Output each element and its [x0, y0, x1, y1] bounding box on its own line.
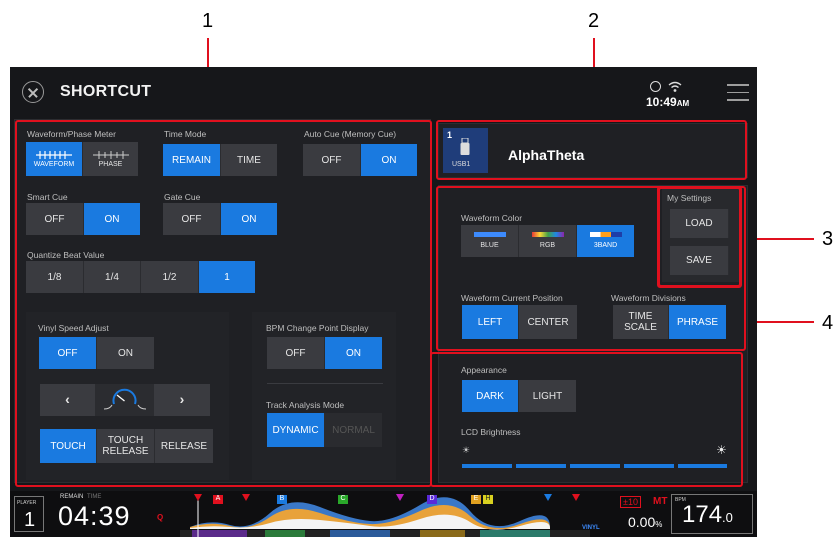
highlight-box-1-right — [430, 352, 743, 487]
remain-label: REMAIN — [60, 494, 84, 500]
highlight-box-2 — [436, 120, 747, 180]
player-box: PLAYER 1 — [14, 496, 44, 532]
globe-icon — [650, 81, 661, 92]
hotcue-b: B — [277, 495, 287, 504]
bpm-box: BPM 174.0 — [671, 494, 753, 534]
callout-4: 4 — [822, 312, 834, 334]
callout-2: 2 — [588, 10, 600, 32]
waveform-overview[interactable] — [180, 491, 590, 537]
player-number: 1 — [24, 509, 36, 531]
clock: 10:49AM — [646, 95, 690, 109]
pitch-range: ±10 — [620, 496, 641, 508]
time-readout: 04:39 — [58, 501, 131, 531]
hotcue-d: D — [427, 495, 437, 504]
master-tempo: MT — [653, 496, 668, 507]
bpm-readout: 174.0 — [682, 501, 733, 528]
player-label: PLAYER — [17, 500, 37, 506]
menu-icon[interactable] — [727, 84, 749, 107]
pitch-readout: 0.00% — [628, 514, 663, 530]
deck-status-bar: PLAYER 1 REMAIN TIME 04:39 Q A B C D E H… — [10, 491, 757, 537]
close-icon[interactable] — [22, 81, 44, 103]
top-bar: SHORTCUT 10:49AM — [10, 67, 757, 117]
highlight-box-1-left — [15, 120, 432, 487]
screen-title: SHORTCUT — [60, 83, 152, 100]
callout-3: 3 — [822, 228, 834, 250]
hotcue-e: E — [471, 495, 481, 504]
hotcue-a: A — [213, 495, 223, 504]
hotcue-c: C — [338, 495, 348, 504]
callout-1: 1 — [202, 10, 214, 32]
vinyl-indicator: VINYL — [582, 525, 600, 531]
highlight-box-4-mask — [658, 187, 741, 287]
quantize-indicator: Q — [157, 513, 164, 522]
hotcue-h: H — [483, 495, 493, 504]
wifi-icon — [668, 81, 682, 92]
time-label: TIME — [87, 494, 102, 500]
